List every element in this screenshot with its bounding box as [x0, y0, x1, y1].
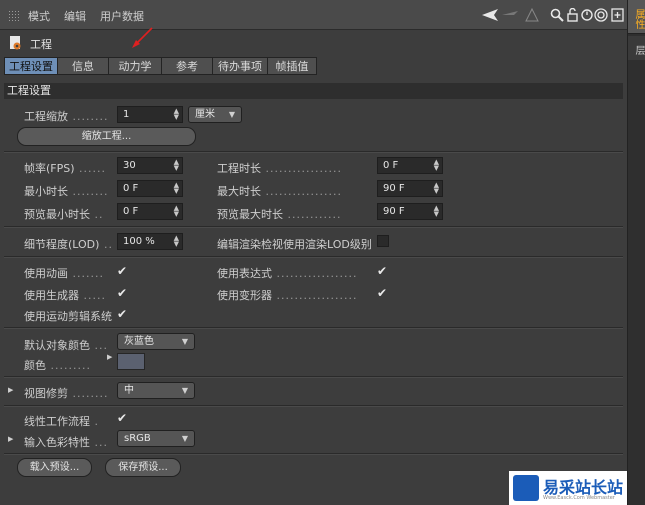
preview-min-input[interactable]: 0 F ▲ ▼ [117, 203, 183, 220]
max-time-label: 最大时长 ................. [217, 185, 342, 198]
expand-triangle-icon[interactable]: ▶ [107, 353, 112, 361]
duration-label: 工程时长 ................. [217, 162, 342, 175]
tab-attributes[interactable]: 属性 [628, 0, 645, 34]
use-generator-label: 使用生成器 ..... [24, 289, 106, 302]
watermark: 易采站长站 Www.Easck.Com Webmaster [509, 471, 627, 505]
menu-bar: 模式 编辑 用户数据 [0, 0, 627, 30]
divider [4, 376, 623, 378]
menu-edit[interactable]: 编辑 [64, 8, 86, 24]
divider [4, 405, 623, 407]
expand-triangle-icon[interactable]: ▶ [8, 435, 13, 443]
default-color-label: 默认对象颜色 ... [24, 339, 108, 352]
load-preset-button[interactable]: 载入预设... [17, 458, 92, 477]
tab-layers[interactable]: 层 [628, 36, 645, 60]
section-title: 工程设置 [4, 83, 623, 99]
watermark-url: Www.Easck.Com Webmaster [543, 495, 615, 501]
menu-mode[interactable]: 模式 [28, 8, 50, 24]
default-color-dropdown[interactable]: 灰蓝色 ▼ [117, 333, 195, 350]
lock-icon[interactable] [566, 8, 580, 22]
use-motion-clip-checkbox[interactable]: ✔ [116, 308, 128, 320]
linear-workflow-label: 线性工作流程 . [24, 415, 99, 428]
project-icon [10, 36, 21, 50]
min-time-input[interactable]: 0 F ▲ ▼ [117, 180, 183, 197]
divider [4, 226, 623, 228]
tab-interpolation[interactable]: 帧插值 [267, 57, 317, 75]
tab-dynamics[interactable]: 动力学 [108, 57, 162, 75]
search-icon[interactable] [550, 8, 564, 22]
unit-dropdown[interactable]: 厘米 ▼ [188, 106, 242, 123]
navigation-arrows-icon[interactable] [480, 7, 540, 23]
linear-workflow-checkbox[interactable]: ✔ [116, 412, 128, 424]
fps-input[interactable]: 30 ▲ ▼ [117, 157, 183, 174]
watermark-logo [513, 475, 539, 501]
tab-reference[interactable]: 参考 [161, 57, 213, 75]
divider [4, 151, 623, 153]
tab-bar: 工程设置 信息 动力学 参考 待办事项 帧插值 [4, 57, 317, 75]
preview-max-label: 预览最大时长 ............ [217, 208, 342, 221]
tab-todo[interactable]: 待办事项 [212, 57, 268, 75]
color-label: 颜色 ......... [24, 359, 91, 372]
render-lod-label: 编辑渲染检视使用渲染LOD级别 [217, 238, 372, 251]
use-deformer-label: 使用变形器 .................. [217, 289, 358, 302]
target-icon[interactable] [594, 8, 608, 22]
use-deformer-checkbox[interactable]: ✔ [376, 287, 388, 299]
divider [4, 256, 623, 258]
right-side-strip: 属性 层 [627, 0, 645, 505]
use-motion-clip-label: 使用运动剪辑系统 [24, 310, 112, 323]
scale-input[interactable]: 1 ▲ ▼ [117, 106, 183, 123]
tab-project-settings[interactable]: 工程设置 [4, 57, 58, 75]
use-animation-checkbox[interactable]: ✔ [116, 265, 128, 277]
input-profile-dropdown[interactable]: sRGB ▼ [117, 430, 195, 447]
scale-label: 工程缩放 ........ [24, 110, 109, 123]
render-lod-checkbox[interactable] [377, 235, 389, 247]
history-icon[interactable] [580, 8, 594, 22]
duration-input[interactable]: 0 F ▲ ▼ [377, 157, 443, 174]
max-time-input[interactable]: 90 F ▲ ▼ [377, 180, 443, 197]
annotation-arrow [132, 27, 153, 48]
lod-label: 细节程度(LOD) .. [24, 238, 113, 251]
save-preset-button[interactable]: 保存预设... [105, 458, 181, 477]
expand-triangle-icon[interactable]: ▶ [8, 386, 13, 394]
preview-min-label: 预览最小时长 .. [24, 208, 104, 221]
use-animation-label: 使用动画 ....... [24, 267, 104, 280]
grip-icon[interactable] [8, 10, 19, 21]
project-title: 工程 [30, 38, 52, 51]
tab-info[interactable]: 信息 [57, 57, 109, 75]
view-clip-dropdown[interactable]: 中 ▼ [117, 382, 195, 399]
input-profile-label: 输入色彩特性 ... [24, 436, 108, 449]
divider [4, 453, 623, 455]
new-panel-icon[interactable] [611, 8, 624, 22]
divider [4, 327, 623, 329]
fps-label: 帧率(FPS) ...... [24, 162, 107, 175]
view-clip-label: 视图修剪 ........ [24, 387, 109, 400]
min-time-label: 最小时长 ........ [24, 185, 109, 198]
color-swatch[interactable] [117, 353, 145, 370]
menu-user-data[interactable]: 用户数据 [100, 8, 144, 24]
preview-max-input[interactable]: 90 F ▲ ▼ [377, 203, 443, 220]
lod-input[interactable]: 100 % ▲ ▼ [117, 233, 183, 250]
scale-project-button[interactable]: 缩放工程... [17, 127, 196, 146]
use-expression-label: 使用表达式 .................. [217, 267, 358, 280]
use-generator-checkbox[interactable]: ✔ [116, 287, 128, 299]
use-expression-checkbox[interactable]: ✔ [376, 265, 388, 277]
